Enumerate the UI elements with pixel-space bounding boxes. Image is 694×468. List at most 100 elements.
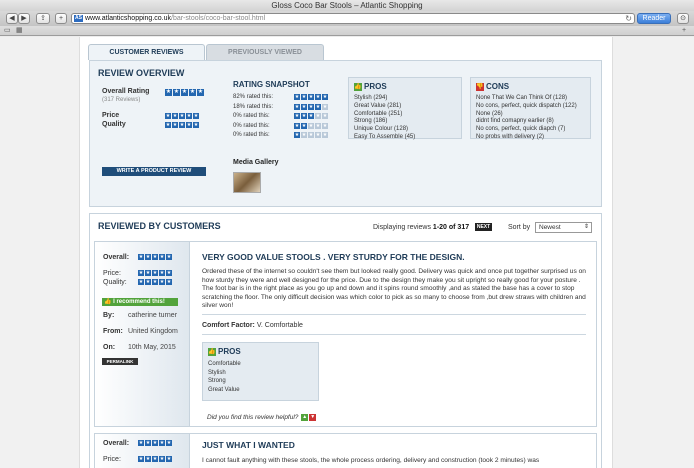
star-icon: ★ — [173, 89, 180, 96]
cons-item[interactable]: No cons, perfect, quick dispatch (122) — [476, 103, 577, 111]
review-overview-title: REVIEW OVERVIEW — [98, 68, 185, 78]
review-title: JUST WHAT I WANTED — [202, 440, 295, 450]
chevron-down-icon: ⇕ — [583, 224, 589, 230]
star-icon: ★ — [152, 270, 158, 276]
star-icon: ★ — [308, 132, 314, 138]
star-icon: ★ — [189, 89, 196, 96]
reading-list-icon[interactable]: ▭ — [4, 27, 11, 35]
cons-list: None That We Can Think Of (128) No cons, … — [476, 95, 577, 142]
review-pros-item[interactable]: Comfortable — [208, 360, 241, 369]
pros-summary: 👍 PROS Stylish (294) Great Value (281) Comf… — [348, 77, 462, 142]
helpful-prompt: Did you find this review helpful? ▲ ▼ — [207, 414, 317, 422]
overall-stars: ★ ★ ★ ★ ★ — [138, 254, 172, 260]
price-stars: ★ ★ ★ ★ ★ — [138, 270, 172, 276]
quality-stars: ★ ★ ★ ★ ★ — [165, 122, 199, 128]
review-pros-item[interactable]: Stylish — [208, 369, 241, 378]
review-title: VERY GOOD VALUE STOOLS . VERY STURDY FOR… — [202, 252, 465, 262]
star-icon: ★ — [166, 456, 172, 462]
pros-item[interactable]: Strong (186) — [354, 118, 415, 126]
page-background: CUSTOMER REVIEWS PREVIOUSLY VIEWED REVIE… — [0, 37, 694, 468]
reviewed-title: REVIEWED BY CUSTOMERS — [98, 221, 221, 231]
star-icon: ★ — [145, 254, 151, 260]
share-icon[interactable]: ⇪ — [36, 13, 50, 24]
pros-item[interactable]: Great Value (281) — [354, 103, 415, 111]
tab-previously-viewed[interactable]: PREVIOUSLY VIEWED — [206, 44, 324, 60]
star-icon: ★ — [152, 254, 158, 260]
price-label: Price: — [103, 456, 121, 463]
downloads-icon[interactable]: ⊙ — [677, 13, 689, 24]
address-bar[interactable]: AS www.atlanticshopping.co.uk/bar-stools… — [71, 13, 635, 24]
helpful-no-icon[interactable]: ▼ — [309, 414, 317, 421]
media-gallery-thumbnail[interactable] — [233, 172, 261, 193]
helpful-yes-icon[interactable]: ▲ — [301, 414, 309, 421]
new-tab-icon[interactable]: + — [55, 13, 67, 24]
star-icon: ★ — [152, 456, 158, 462]
overall-rating-label: Overall Rating — [102, 88, 150, 95]
snapshot-row-label: 0% rated this: — [233, 132, 270, 138]
write-review-button[interactable]: WRITE A PRODUCT REVIEW — [102, 167, 206, 176]
star-icon: ★ — [197, 89, 204, 96]
star-icon: ★ — [193, 122, 199, 128]
pros-item[interactable]: Stylish (294) — [354, 95, 415, 103]
star-icon: ★ — [179, 113, 185, 119]
review-pros-box: 👍 PROS Comfortable Stylish Strong Great Valu… — [202, 342, 319, 401]
bookmarks-add-icon[interactable]: + — [682, 27, 686, 35]
cons-item[interactable]: No cons, perfect, quick diapch (7) — [476, 126, 577, 134]
snapshot-row[interactable]: 18% rated this: ★ ★ ★ ★ ★ — [233, 103, 328, 110]
star-icon: ★ — [294, 94, 300, 100]
review-sidebar: Overall: ★ ★ ★ ★ ★ Price: ★ ★ ★ ★ ★ Quality: ★ ★ ★… — [95, 242, 190, 426]
snapshot-row-label: 82% rated this: — [233, 94, 274, 100]
price-stars: ★ ★ ★ ★ ★ — [165, 113, 199, 119]
pros-item[interactable]: Comfortable (251) — [354, 111, 415, 119]
cons-item[interactable]: None (26) — [476, 111, 577, 119]
review-pros-item[interactable]: Great Value — [208, 386, 241, 395]
url-text: www.atlanticshopping.co.uk/bar-stools/co… — [85, 15, 266, 22]
quality-stars: ★ ★ ★ ★ ★ — [138, 279, 172, 285]
quality-label: Quality — [102, 121, 126, 128]
review-pros-item[interactable]: Strong — [208, 377, 241, 386]
sort-select[interactable]: Newest ⇕ — [535, 222, 592, 233]
star-icon: ★ — [301, 94, 307, 100]
overall-rating-stars: ★ ★ ★ ★ ★ — [165, 89, 204, 96]
star-icon: ★ — [159, 456, 165, 462]
star-icon: ★ — [322, 132, 328, 138]
review-divider — [202, 334, 586, 335]
snapshot-row[interactable]: 0% rated this: ★ ★ ★ ★ ★ — [233, 113, 328, 119]
cons-item[interactable]: None That We Can Think Of (128) — [476, 95, 577, 103]
overall-label: Overall: — [103, 440, 130, 447]
cons-item[interactable]: didnt find comapny earlier (8) — [476, 118, 577, 126]
star-icon: ★ — [308, 103, 314, 110]
cons-item[interactable]: No probs with delivery (2) — [476, 134, 577, 142]
pros-item[interactable]: Easy To Assemble (45) — [354, 134, 415, 142]
media-gallery-label: Media Gallery — [233, 159, 279, 166]
permalink-button[interactable]: PERMALINK — [102, 358, 138, 365]
star-icon: ★ — [181, 89, 188, 96]
star-icon: ★ — [315, 94, 321, 100]
star-icon: ★ — [138, 254, 144, 260]
cons-title: 👎 CONS — [476, 82, 510, 91]
pros-item[interactable]: Unique Colour (128) — [354, 126, 415, 134]
back-icon[interactable]: ◀ — [6, 13, 18, 24]
displaying-reviews: Displaying reviews 1-20 of 317 — [373, 224, 470, 231]
recommend-badge: 👍 I recommend this! — [102, 298, 178, 306]
snapshot-row[interactable]: 82% rated this: ★ ★ ★ ★ ★ — [233, 94, 328, 100]
star-icon: ★ — [145, 440, 151, 446]
reload-icon[interactable]: ↻ — [625, 14, 632, 23]
review-card: Overall: ★ ★ ★ ★ ★ Price: ★ ★ ★ ★ ★ JUST WHAT I … — [94, 433, 597, 468]
top-sites-icon[interactable]: ▦ — [16, 27, 23, 35]
next-page-button[interactable]: NEXT — [475, 223, 492, 231]
snapshot-row[interactable]: 0% rated this: ★ ★ ★ ★ ★ — [233, 132, 328, 138]
star-icon: ★ — [145, 270, 151, 276]
window-title: Gloss Coco Bar Stools – Atlantic Shoppin… — [0, 0, 694, 11]
review-body: Ordered these of the internet so couldn'… — [202, 268, 586, 310]
snapshot-row[interactable]: 0% rated this: ★ ★ ★ ★ ★ — [233, 122, 328, 129]
star-icon: ★ — [165, 113, 171, 119]
tab-customer-reviews[interactable]: CUSTOMER REVIEWS — [88, 44, 205, 60]
review-count: (317 Reviews) — [102, 97, 141, 103]
star-icon: ★ — [308, 122, 314, 129]
star-icon: ★ — [301, 103, 307, 110]
snapshot-row-label: 0% rated this: — [233, 122, 270, 129]
reader-button[interactable]: Reader — [637, 13, 671, 24]
forward-icon[interactable]: ▶ — [18, 13, 30, 24]
star-icon: ★ — [166, 440, 172, 446]
